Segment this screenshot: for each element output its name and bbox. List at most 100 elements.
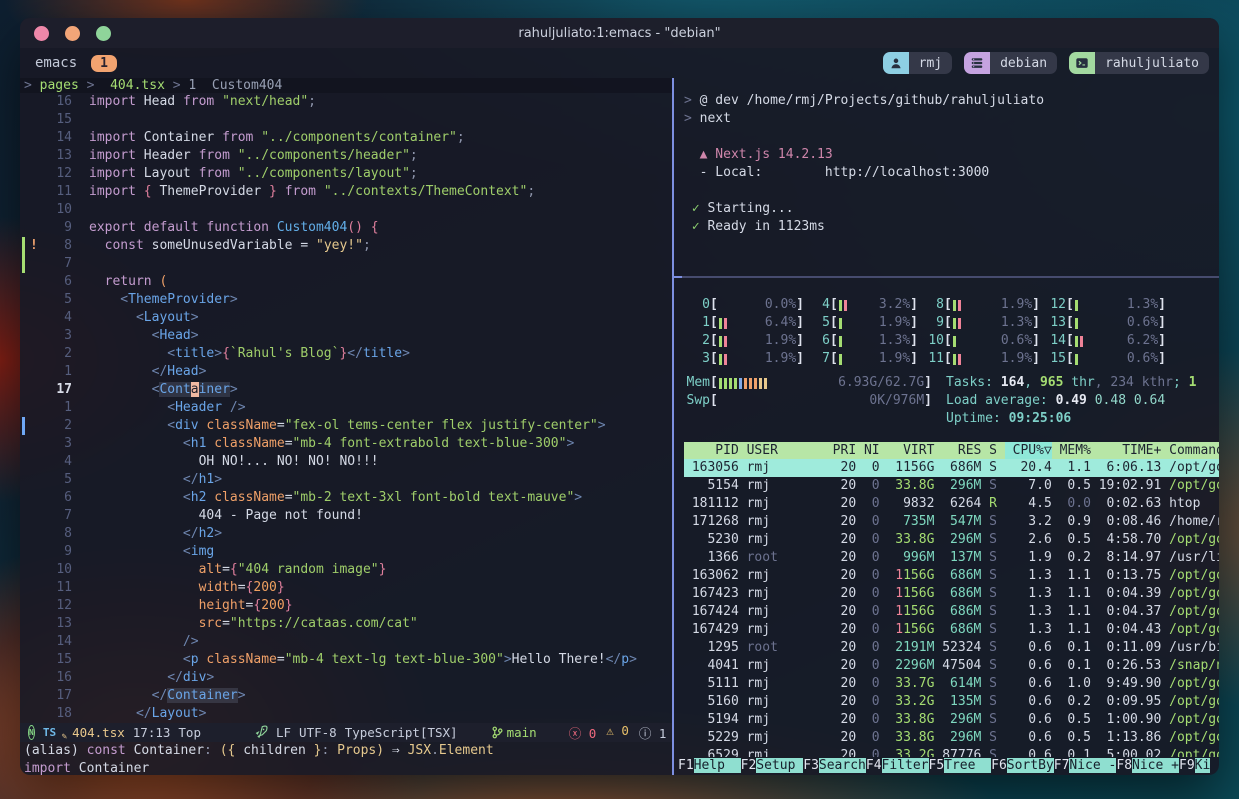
column-header-virt[interactable]: VIRT [880, 442, 935, 459]
code-line[interactable]: 6 <h2 className="mb-2 text-3xl font-bold… [20, 489, 672, 507]
code-line[interactable]: 3 <h1 className="mb-4 font-extrabold tex… [20, 435, 672, 453]
code-line[interactable]: 4 OH NO!... NO! NO! NO!!! [20, 453, 672, 471]
process-table-header[interactable]: PIDUSERPRINIVIRTRESSCPU%▽MEM%TIME+Comman… [684, 442, 1219, 459]
process-row[interactable]: 5229rmj20033.8G296MS0.60.51:13.86/opt/go [684, 729, 1219, 747]
fkey-F7[interactable]: F7Nice - [1054, 757, 1117, 775]
horizontal-pane-divider[interactable] [674, 276, 1219, 278]
htop-pane[interactable]: 0[0.0%]4[3.2%]8[1.9%]12[1.3%]1[6.4%]5[1.… [674, 278, 1219, 775]
fkey-F1[interactable]: F1Help [678, 757, 741, 775]
code-line[interactable]: 4 <Layout> [20, 309, 672, 327]
code-buffer[interactable]: 16import Head from "next/head";1514impor… [20, 93, 672, 723]
code-line[interactable]: 10 alt={"404 random image"} [20, 561, 672, 579]
fkey-F3[interactable]: F3Search [803, 757, 866, 775]
breadcrumb-item[interactable]: 404.tsx [102, 78, 165, 93]
tmux-session-name[interactable]: emacs [35, 55, 77, 71]
process-row[interactable]: 5160rmj20033.2G135MS0.60.20:09.95/opt/go [684, 693, 1219, 711]
column-header-ni[interactable]: NI [856, 442, 879, 459]
breadcrumb-item[interactable]: > [165, 78, 188, 93]
code-line[interactable]: 7 [20, 255, 672, 273]
code-line[interactable]: 13 src="https://cataas.com/cat" [20, 615, 672, 633]
code-line[interactable]: 11import { ThemeProvider } from "../cont… [20, 183, 672, 201]
process-row[interactable]: 167423rmj2001156G686MS1.31.10:04.39/opt/… [684, 585, 1219, 603]
column-header-mem[interactable]: MEM% [1052, 442, 1091, 459]
code-line[interactable]: 1 </Head> [20, 363, 672, 381]
breadcrumb-item[interactable]: > [79, 78, 102, 93]
code-line[interactable]: !8 const someUnusedVariable = "yey!"; [20, 237, 672, 255]
warning-marker-icon: ! [30, 237, 38, 255]
code-line[interactable]: 3 <Head> [20, 327, 672, 345]
code-line[interactable]: 10 [20, 201, 672, 219]
process-row[interactable]: 171268rmj200735M547MS3.20.90:08.46/home/… [684, 513, 1219, 531]
code-line[interactable]: 1 <Header /> [20, 399, 672, 417]
fkey-F2[interactable]: F2Setup [741, 757, 804, 775]
process-row[interactable]: 4041rmj2002296M47504S0.60.10:26.53/snap/… [684, 657, 1219, 675]
editor-pane[interactable]: > pages > 404.tsx > 1 Custom404 16import… [20, 78, 672, 775]
column-header-cmd[interactable]: Command [1161, 442, 1219, 459]
process-row[interactable]: 5194rmj20033.8G296MS0.60.51:00.90/opt/go [684, 711, 1219, 729]
process-row[interactable]: 1295root2002191M52324S0.60.10:11.09/usr/… [684, 639, 1219, 657]
code-line[interactable]: 14 /> [20, 633, 672, 651]
process-row[interactable]: 163062rmj2001156G686MS1.31.10:13.75/opt/… [684, 567, 1219, 585]
cpu-meter-9: 9[1.3%] [918, 314, 1040, 332]
process-row[interactable]: 1366root200996M137MS1.90.28:14.97/usr/li [684, 549, 1219, 567]
fkey-F9[interactable]: F9Ki [1179, 757, 1210, 775]
code-line[interactable]: 12import Layout from "../components/layo… [20, 165, 672, 183]
breadcrumb-item[interactable]: > [24, 78, 40, 93]
column-header-pid[interactable]: PID [684, 442, 739, 459]
code-line[interactable]: 16import Head from "next/head"; [20, 93, 672, 111]
error-count[interactable]: ⓧ 0 [569, 723, 597, 742]
code-line[interactable]: 2 <title>{`Rahul's Blog`}</title> [20, 345, 672, 363]
breadcrumb-item[interactable]: 1 [188, 78, 211, 93]
fkey-F6[interactable]: F6SortBy [991, 757, 1054, 775]
fkey-F5[interactable]: F5Tree [929, 757, 992, 775]
status-badge-debian[interactable]: debian [964, 52, 1057, 74]
code-line[interactable]: 9 <img [20, 543, 672, 561]
column-header-time[interactable]: TIME+ [1091, 442, 1161, 459]
code-line[interactable]: 12 height={200} [20, 597, 672, 615]
process-row[interactable]: 5154rmj20033.8G296MS7.00.519:02.91/opt/g… [684, 477, 1219, 495]
code-line[interactable]: 14import Container from "../components/c… [20, 129, 672, 147]
code-line[interactable]: 11 width={200} [20, 579, 672, 597]
code-line[interactable]: 17 </Container> [20, 687, 672, 705]
code-line[interactable]: 16 </div> [20, 669, 672, 687]
status-badge-rahuljuliato[interactable]: rahuljuliato [1069, 52, 1209, 74]
process-row[interactable]: 6529rmj20033.2G87776S0.60.15:00.02/opt/g… [684, 747, 1219, 757]
info-count[interactable]: ⓘ 1 [639, 723, 667, 742]
code-line[interactable]: 17 <Container> [20, 381, 672, 399]
terminal-pane[interactable]: > @ dev /home/rmj/Projects/github/rahulj… [674, 78, 1219, 775]
column-header-pri[interactable]: PRI [825, 442, 856, 459]
status-badge-rmj[interactable]: rmj [883, 52, 952, 74]
warning-count[interactable]: ⚠ 0 [606, 723, 629, 742]
code-line[interactable]: 15 <p className="mb-4 text-lg text-blue-… [20, 651, 672, 669]
modeline-major-mode[interactable]: TypeScript[TSX] [345, 725, 458, 740]
code-line[interactable]: 5 <ThemeProvider> [20, 291, 672, 309]
fkey-F4[interactable]: F4Filter [866, 757, 929, 775]
code-line[interactable]: 8 </h2> [20, 525, 672, 543]
code-line[interactable]: 5 </h1> [20, 471, 672, 489]
column-header-st[interactable]: S [981, 442, 1004, 459]
breadcrumb-item[interactable]: Custom404 [212, 78, 282, 93]
process-row[interactable]: 5111rmj20033.7G614MS0.61.09:49.90/opt/go [684, 675, 1219, 693]
process-row[interactable]: 163056rmj2001156G686MS20.41.16:06.13/opt… [684, 459, 1219, 477]
process-row[interactable]: 167424rmj2001156G686MS1.31.10:04.37/opt/… [684, 603, 1219, 621]
process-row[interactable]: 181112rmj20098326264R4.50.00:02.63htop [684, 495, 1219, 513]
code-line[interactable]: 18 </Layout> [20, 705, 672, 723]
process-row[interactable]: 5230rmj20033.8G296MS2.60.54:58.70/opt/go [684, 531, 1219, 549]
code-line[interactable]: 6 return ( [20, 273, 672, 291]
column-header-cpu[interactable]: CPU%▽ [1005, 442, 1052, 459]
code-line[interactable]: 9export default function Custom404() { [20, 219, 672, 237]
breadcrumb[interactable]: > pages > 404.tsx > 1 Custom404 [20, 78, 672, 93]
fkey-F8[interactable]: F8Nice + [1116, 757, 1179, 775]
column-header-res[interactable]: RES [934, 442, 981, 459]
diagnostics[interactable]: ⓧ 0 ⚠ 0 ⓘ 1 [569, 723, 667, 742]
tmux-window-badge[interactable]: 1 [91, 55, 117, 72]
git-branch[interactable]: main [492, 725, 537, 740]
breadcrumb-item[interactable]: pages [40, 78, 79, 93]
code-line[interactable]: 15 [20, 111, 672, 129]
code-line[interactable]: 2 <div className="fex-ol tems-center fle… [20, 417, 672, 435]
code-line[interactable]: 7 404 - Page not found! [20, 507, 672, 525]
column-header-user[interactable]: USER [739, 442, 825, 459]
code-line[interactable]: 13import Header from "../components/head… [20, 147, 672, 165]
process-table[interactable]: PIDUSERPRINIVIRTRESSCPU%▽MEM%TIME+Comman… [684, 442, 1219, 757]
process-row[interactable]: 167429rmj2001156G686MS1.31.10:04.43/opt/… [684, 621, 1219, 639]
